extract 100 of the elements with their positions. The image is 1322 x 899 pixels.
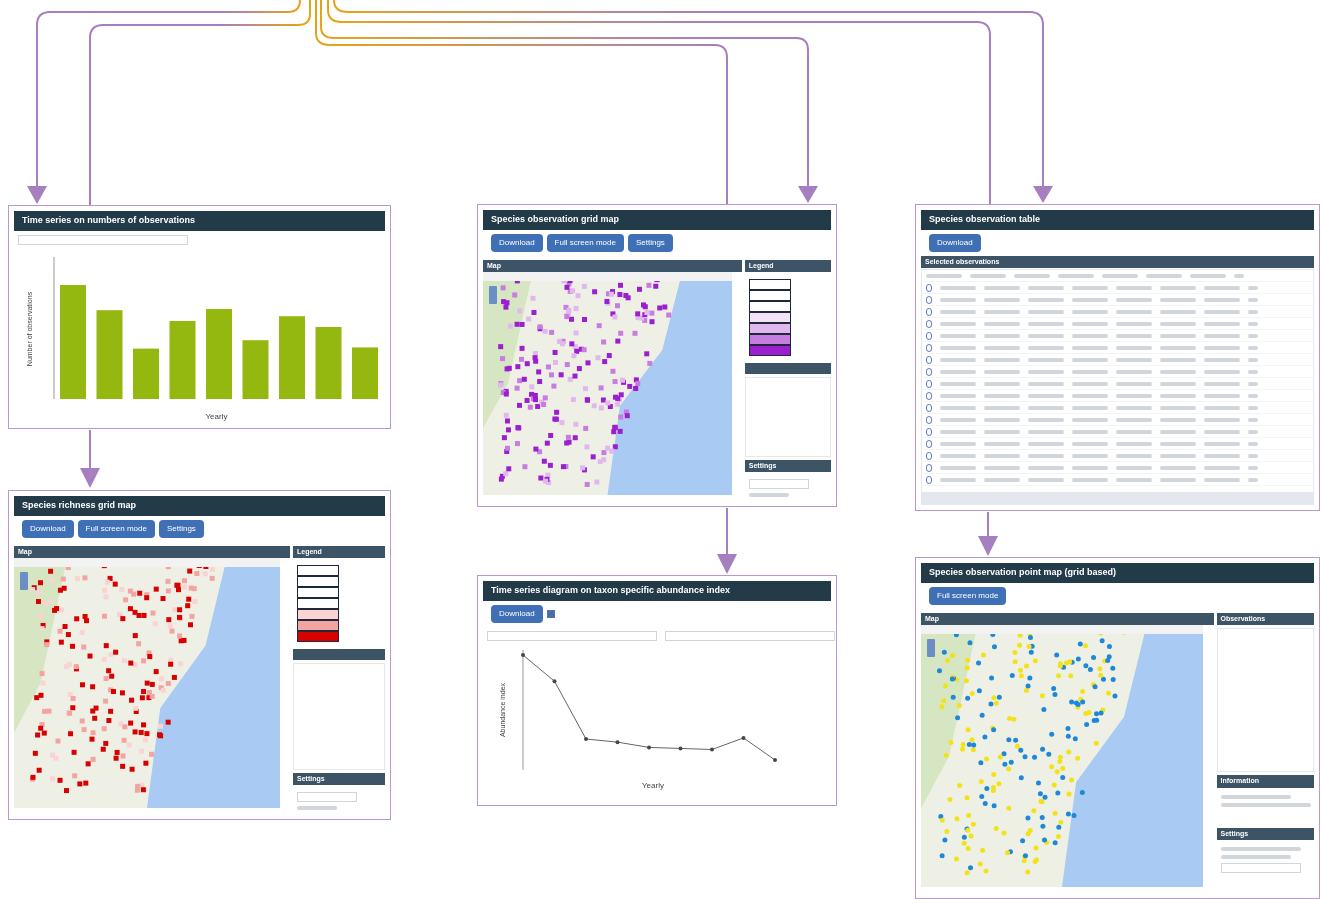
table-cell	[1072, 393, 1108, 398]
table-cell	[1204, 429, 1240, 434]
dropdown-field[interactable]	[487, 630, 657, 641]
column-header	[970, 273, 1006, 278]
table-cell	[940, 297, 976, 302]
table-cell	[1028, 417, 1064, 422]
table-cell	[1116, 453, 1152, 458]
toolbar-button[interactable]: Download	[491, 604, 543, 623]
dropdown-field[interactable]	[1220, 863, 1301, 873]
table-cell	[940, 477, 976, 482]
table-cell	[1248, 309, 1258, 314]
table-cell	[1204, 465, 1240, 470]
toolbar-button[interactable]: Download	[491, 233, 543, 252]
table-cell	[1072, 477, 1108, 482]
table-cell	[1072, 369, 1108, 374]
dropdown-field[interactable]	[665, 630, 835, 641]
table-cell	[940, 309, 976, 314]
table-cell	[984, 345, 1020, 350]
table-cell	[1116, 477, 1152, 482]
table-cell	[940, 345, 976, 350]
table-cell	[1204, 393, 1240, 398]
illegible-text	[748, 493, 789, 497]
axis-label: Yearly	[642, 780, 664, 790]
data-point	[741, 735, 746, 740]
table-cell	[1028, 297, 1064, 302]
table-cell	[1072, 441, 1108, 446]
table-cell	[1160, 429, 1196, 434]
illegible-text	[1220, 794, 1291, 799]
table-cell	[984, 393, 1020, 398]
table-cell	[1204, 297, 1240, 302]
table-cell	[1072, 285, 1108, 290]
table-cell	[1116, 321, 1152, 326]
table-cell	[1204, 321, 1240, 326]
table-cell	[1116, 357, 1152, 362]
panel-title: Species richness grid map	[14, 496, 385, 516]
toolbar-button[interactable]: Settings	[627, 233, 673, 252]
table-cell	[1204, 309, 1240, 314]
toolbar-button[interactable]: Full screen mode	[929, 586, 1007, 605]
table-cell	[1072, 381, 1108, 386]
panel-title: Species observation grid map	[483, 210, 831, 230]
illegible-text	[297, 806, 337, 810]
table-cell	[1028, 465, 1064, 470]
toolbar-button[interactable]: Full screen mode	[77, 519, 155, 538]
table-cell	[1116, 441, 1152, 446]
table-cell	[1160, 357, 1196, 362]
toolbar-button[interactable]: Download	[22, 519, 74, 538]
table-cell	[984, 477, 1020, 482]
connector-arrow	[978, 511, 998, 556]
table-cell	[1204, 357, 1240, 362]
table-cell	[1028, 333, 1064, 338]
table-cell	[1028, 405, 1064, 410]
table-cell	[1248, 477, 1258, 482]
table-cell	[1072, 405, 1108, 410]
data-point	[615, 739, 620, 744]
table-cell	[1160, 453, 1196, 458]
toolbar-button[interactable]: Full screen mode	[546, 233, 624, 252]
table-cell	[1028, 429, 1064, 434]
table-cell	[1204, 381, 1240, 386]
table-cell	[1160, 405, 1196, 410]
table-cell	[1116, 333, 1152, 338]
table-cell	[1204, 369, 1240, 374]
table-cell	[1116, 309, 1152, 314]
table-cell	[1160, 465, 1196, 470]
table-cell	[1204, 417, 1240, 422]
table-cell	[1072, 465, 1108, 470]
table-cell	[940, 357, 976, 362]
column-header	[1102, 273, 1138, 278]
dropdown-field[interactable]	[297, 792, 357, 802]
toolbar-button[interactable]: Settings	[158, 519, 204, 538]
table-cell	[1160, 333, 1196, 338]
table-cell	[1028, 477, 1064, 482]
table-cell	[1160, 441, 1196, 446]
table-cell	[1072, 345, 1108, 350]
table-cell	[1204, 477, 1240, 482]
table-cell	[984, 309, 1020, 314]
table-cell	[984, 297, 1020, 302]
table-cell	[984, 357, 1020, 362]
checkbox[interactable]	[546, 609, 555, 618]
table-cell	[940, 429, 976, 434]
table-cell	[1248, 441, 1258, 446]
table-cell	[984, 381, 1020, 386]
table-cell	[1028, 309, 1064, 314]
toolbar-button[interactable]: Download	[929, 233, 981, 252]
table-cell	[1248, 285, 1258, 290]
column-header	[1190, 273, 1226, 278]
data-point	[584, 736, 588, 741]
panel-title: Species observation point map (grid based)	[921, 563, 1314, 583]
panel-title: Time series on numbers of observations	[14, 211, 385, 231]
data-point	[521, 652, 525, 657]
data-point	[552, 678, 557, 683]
chart-bar	[352, 346, 378, 399]
table-cell	[940, 417, 976, 422]
table-cell	[1072, 321, 1108, 326]
table-cell	[1116, 345, 1152, 350]
table-cell	[1248, 297, 1258, 302]
dropdown-field[interactable]	[748, 479, 809, 489]
table-cell	[1160, 309, 1196, 314]
table-cell	[1160, 393, 1196, 398]
table-cell	[1028, 357, 1064, 362]
dropdown-field[interactable]	[18, 234, 188, 245]
